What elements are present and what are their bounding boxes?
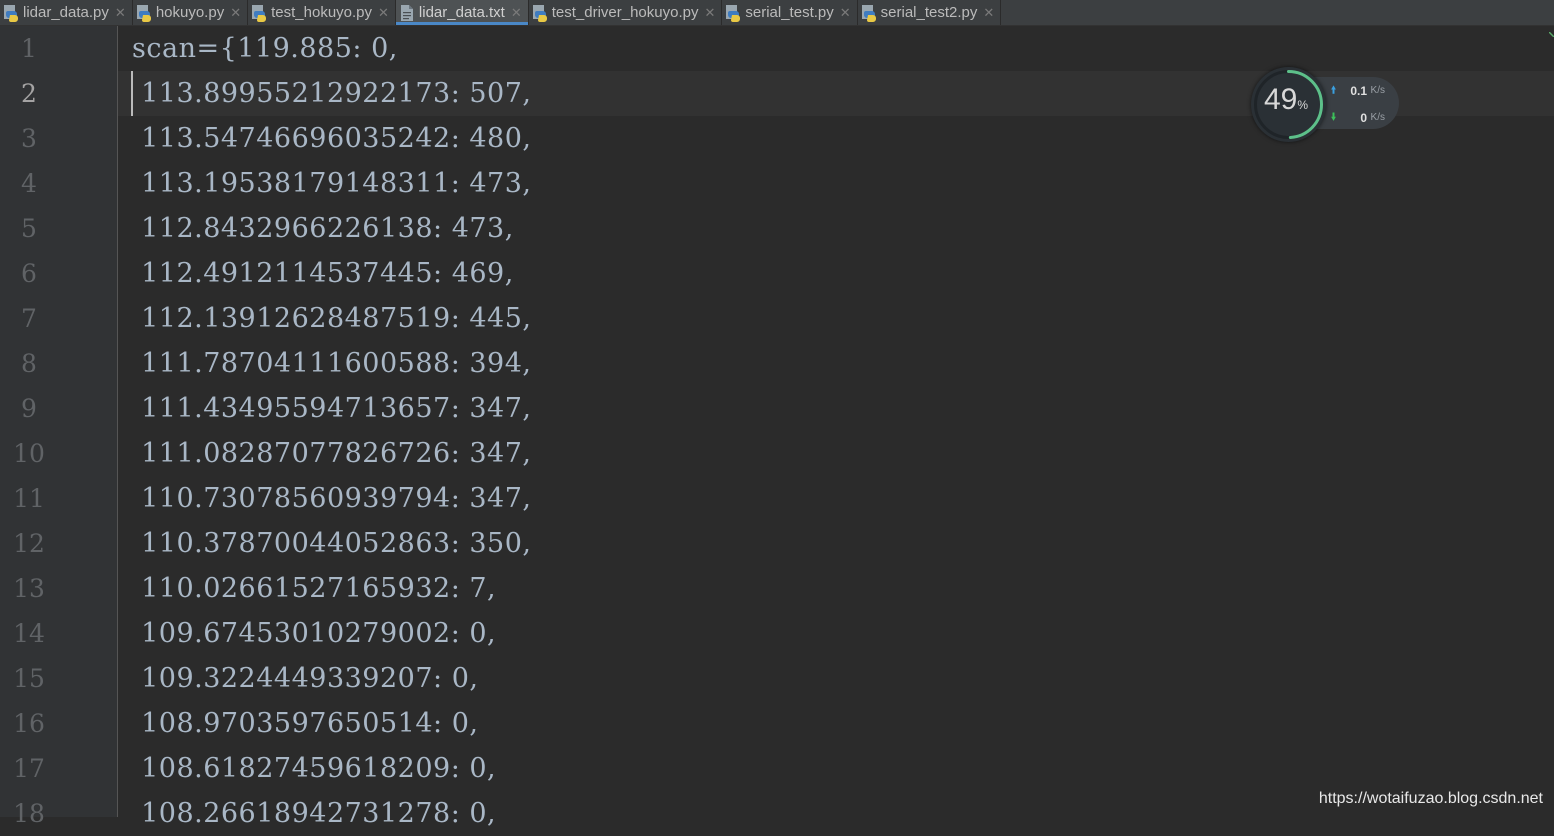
python-file-icon: [531, 4, 549, 22]
upload-value: 0.1: [1350, 84, 1367, 98]
line-number: 9: [21, 394, 37, 423]
code-line-text: scan={119.885: 0,: [132, 33, 398, 64]
line-number: 13: [13, 574, 45, 603]
line-number: 14: [13, 619, 45, 648]
code-line[interactable]: 110.02661527165932: 7,: [118, 566, 1554, 611]
tab-test-driver-hokuyo-py[interactable]: test_driver_hokuyo.py ✕: [529, 0, 723, 25]
upload-arrow-icon: 🠙: [1331, 85, 1337, 96]
line-number: 4: [21, 169, 37, 198]
tab-label: serial_test2.py: [880, 4, 978, 21]
code-line[interactable]: 108.61827459618209: 0,: [118, 746, 1554, 791]
tab-lidar-data-py[interactable]: lidar_data.py ✕: [0, 0, 133, 25]
tab-serial-test2-py[interactable]: serial_test2.py ✕: [858, 0, 1002, 25]
code-line-text: 109.67453010279002: 0,: [132, 618, 497, 649]
code-line[interactable]: 110.73078560939794: 347,: [118, 476, 1554, 521]
close-tab-icon[interactable]: ✕: [983, 5, 994, 21]
line-number: 11: [13, 484, 45, 513]
code-line-text: 110.73078560939794: 347,: [132, 483, 532, 514]
line-number: 17: [13, 754, 45, 783]
memory-usage-ring: 49%: [1251, 67, 1326, 142]
line-number: 15: [13, 664, 45, 693]
editor-tab-bar: lidar_data.py ✕ hokuyo.py ✕ test_hokuyo.py ✕ l…: [0, 0, 1554, 26]
usage-percent-value: 49: [1264, 83, 1298, 116]
watermark-url: https://wotaifuzao.blog.csdn.net: [1318, 790, 1543, 807]
tab-label: lidar_data.txt: [418, 4, 505, 21]
code-line-text: 112.8432966226138: 473,: [132, 213, 514, 244]
inspection-ok-icon: [1549, 32, 1554, 37]
line-number-gutter: 1 2 3 4 5 6 7 8 9 10 11 12 13 14 15 16 17 18: [0, 26, 118, 828]
tab-serial-test-py[interactable]: serial_test.py ✕: [722, 0, 858, 25]
tab-test-hokuyo-py[interactable]: test_hokuyo.py ✕: [248, 0, 396, 25]
code-line[interactable]: 110.37870044052863: 350,: [118, 521, 1554, 566]
usage-percent: 49%: [1264, 83, 1308, 117]
code-line[interactable]: 112.13912628487519: 445,: [118, 296, 1554, 341]
code-line-text: 111.08287077826726: 347,: [132, 438, 532, 469]
code-line[interactable]: scan={119.885: 0,: [118, 26, 1554, 71]
tab-label: test_driver_hokuyo.py: [551, 4, 699, 21]
code-line[interactable]: 109.67453010279002: 0,: [118, 611, 1554, 656]
code-line-text: 110.02661527165932: 7,: [132, 573, 497, 604]
upload-speed: 🠙 0.1 K/s: [1331, 83, 1395, 101]
code-line-text: 112.4912114537445: 469,: [132, 258, 514, 289]
code-line-text: 110.37870044052863: 350,: [132, 528, 532, 559]
python-file-icon: [2, 4, 20, 22]
network-speed-widget[interactable]: 🠙 0.1 K/s 🠛 0 K/s 49%: [1251, 67, 1399, 142]
code-line-text: 108.9703597650514: 0,: [132, 708, 479, 739]
close-tab-icon[interactable]: ✕: [840, 5, 851, 21]
code-line-text: 108.61827459618209: 0,: [132, 753, 497, 784]
code-line-text: 112.13912628487519: 445,: [132, 303, 532, 334]
upload-unit: K/s: [1370, 85, 1385, 96]
line-number: 12: [13, 529, 45, 558]
code-line[interactable]: 112.4912114537445: 469,: [118, 251, 1554, 296]
download-value: 0: [1360, 111, 1367, 125]
code-line[interactable]: 111.43495594713657: 347,: [118, 386, 1554, 431]
python-file-icon: [250, 4, 268, 22]
tab-label: lidar_data.py: [23, 4, 109, 21]
python-file-icon: [860, 4, 878, 22]
tab-label: test_hokuyo.py: [271, 4, 373, 21]
close-tab-icon[interactable]: ✕: [704, 5, 715, 21]
line-number: 10: [13, 439, 45, 468]
code-line-text: 111.78704111600588: 394,: [132, 348, 532, 379]
text-file-icon: [398, 4, 416, 22]
text-caret: [131, 71, 133, 116]
code-line-text: 109.3224449339207: 0,: [132, 663, 479, 694]
line-number: 6: [21, 259, 37, 288]
code-line-text: 108.26618942731278: 0,: [132, 798, 497, 829]
python-file-icon: [724, 4, 742, 22]
code-line[interactable]: 112.8432966226138: 473,: [118, 206, 1554, 251]
code-line-text: 113.54746696035242: 480,: [132, 123, 532, 154]
line-number: 7: [21, 304, 37, 333]
usage-percent-unit: %: [1297, 98, 1309, 112]
tab-hokuyo-py[interactable]: hokuyo.py ✕: [133, 0, 249, 25]
line-number: 5: [21, 214, 37, 243]
tab-lidar-data-txt[interactable]: lidar_data.txt ✕: [395, 0, 529, 25]
line-number: 18: [13, 799, 45, 828]
code-line[interactable]: 111.78704111600588: 394,: [118, 341, 1554, 386]
code-line[interactable]: 113.19538179148311: 473,: [118, 161, 1554, 206]
code-line[interactable]: 108.9703597650514: 0,: [118, 701, 1554, 746]
line-number: 3: [21, 124, 37, 153]
download-unit: K/s: [1370, 112, 1385, 123]
line-number: 1: [21, 34, 37, 63]
python-file-icon: [135, 4, 153, 22]
download-arrow-icon: 🠛: [1331, 112, 1337, 123]
code-line[interactable]: 111.08287077826726: 347,: [118, 431, 1554, 476]
close-tab-icon[interactable]: ✕: [378, 5, 389, 21]
tab-label: hokuyo.py: [155, 4, 225, 21]
code-line-text: 113.19538179148311: 473,: [132, 168, 532, 199]
tab-label: serial_test.py: [745, 4, 834, 21]
close-tab-icon[interactable]: ✕: [230, 5, 241, 21]
code-line-text: 113.89955212922173: 507,: [132, 78, 532, 109]
code-line-text: 111.43495594713657: 347,: [132, 393, 532, 424]
line-number: 16: [13, 709, 45, 738]
close-tab-icon[interactable]: ✕: [511, 5, 522, 21]
line-number: 2: [21, 79, 37, 108]
line-number: 8: [21, 349, 37, 378]
code-editor[interactable]: scan={119.885: 0, 113.89955212922173: 50…: [118, 26, 1554, 829]
close-tab-icon[interactable]: ✕: [115, 5, 126, 21]
code-line[interactable]: 109.3224449339207: 0,: [118, 656, 1554, 701]
download-speed: 🠛 0 K/s: [1331, 110, 1395, 128]
